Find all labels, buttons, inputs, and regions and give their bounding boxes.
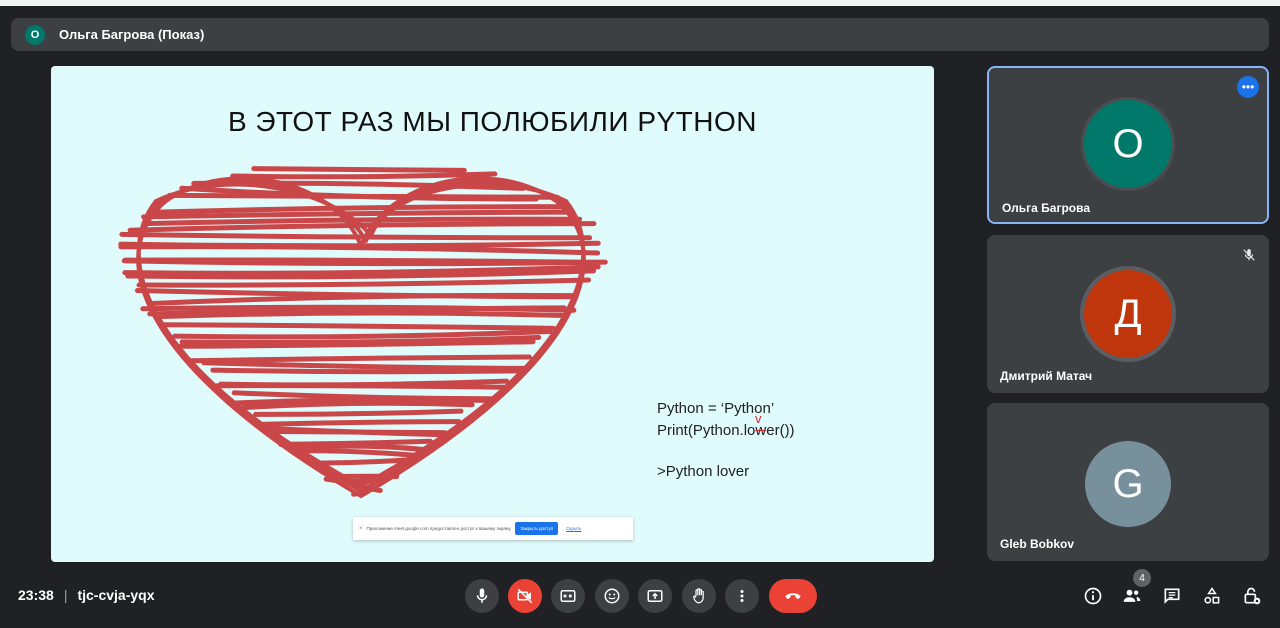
participant-tile-dmitry[interactable]: Д Дмитрий Матач <box>987 235 1269 393</box>
mic-off-icon <box>1239 245 1259 265</box>
avatar: G <box>1085 441 1171 527</box>
heart-stroke <box>136 277 591 288</box>
avatar: Д <box>1084 270 1172 358</box>
scribble-heart-image <box>118 166 608 499</box>
raise-hand-icon <box>693 588 704 604</box>
heart-stroke <box>210 367 522 375</box>
emoji-icon <box>604 588 620 604</box>
captions-icon <box>560 590 576 602</box>
present-icon <box>647 590 663 602</box>
heart-stroke <box>155 310 568 320</box>
camera-button[interactable] <box>508 579 542 613</box>
heart-stroke <box>201 360 528 371</box>
code-line-1: Python = ‘Python’ <box>657 400 775 417</box>
heart-stroke <box>118 244 601 256</box>
mic-button[interactable] <box>465 579 499 613</box>
presenter-avatar: О <box>25 24 45 45</box>
heart-stroke <box>172 329 553 340</box>
more-options-icon[interactable]: ••• <box>1237 76 1259 98</box>
meeting-info: 23:38 | tjc-cvja-yqx <box>18 587 155 603</box>
heart-stroke <box>167 192 560 200</box>
heart-stroke <box>251 166 467 173</box>
share-notice-text: Приложение meet.google.com предоставлен … <box>366 526 512 531</box>
mic-icon <box>476 588 488 603</box>
avatar: О <box>1084 100 1172 188</box>
hangup-icon <box>785 593 801 600</box>
camera-off-icon <box>517 588 533 604</box>
reactions-button[interactable] <box>595 579 629 613</box>
heart-stroke <box>253 408 464 417</box>
clock: 23:38 <box>18 587 54 603</box>
info-icon <box>1084 587 1102 605</box>
people-icon <box>1123 589 1141 602</box>
participant-tile-olga[interactable]: ••• О Ольга Багрова <box>987 66 1269 224</box>
meeting-details-button[interactable] <box>1081 584 1105 608</box>
insert-mark: v <box>755 411 762 426</box>
raise-hand-button[interactable] <box>682 579 716 613</box>
people-button[interactable] <box>1120 584 1144 608</box>
activities-icon <box>1204 587 1220 604</box>
code-snippet: Python = ‘Python’ Print(Python.lower()) … <box>657 398 795 483</box>
more-vert-icon <box>740 590 744 602</box>
code-line-2: Print(Python.lower()) v <box>657 411 795 442</box>
captions-button[interactable] <box>551 579 585 613</box>
heart-stroke <box>239 400 475 411</box>
shared-screen: В ЭТОТ РАЗ МЫ ПОЛЮБИЛИ PYTHON Python = ‘… <box>51 66 934 562</box>
heart-stroke <box>189 354 532 364</box>
control-bar: 23:38 | tjc-cvja-yqx 4 <box>0 569 1280 628</box>
code-output: >Python lover <box>657 463 750 480</box>
stop-sharing-button[interactable]: Закрыть доступ <box>515 522 559 535</box>
chat-button[interactable] <box>1160 584 1184 608</box>
chat-icon <box>1164 588 1180 604</box>
more-options-button[interactable] <box>725 579 759 613</box>
participant-name: Ольга Багрова <box>1002 201 1091 215</box>
meeting-code: tjc-cvja-yqx <box>77 587 155 603</box>
heart-stroke <box>270 429 448 436</box>
heart-stroke <box>214 383 509 390</box>
separator: | <box>63 587 68 603</box>
heart-stroke <box>230 171 498 180</box>
close-icon[interactable]: × <box>359 526 363 532</box>
heart-stroke <box>261 419 462 427</box>
heart-stroke <box>146 292 577 307</box>
heart-stroke <box>303 448 426 459</box>
presenter-label: Ольга Багрова (Показ) <box>59 27 205 42</box>
meet-window: О Ольга Багрова (Показ) В ЭТОТ РАЗ МЫ ПО… <box>0 0 1280 628</box>
heart-stroke <box>160 322 556 331</box>
heart-stroke <box>306 457 415 466</box>
participant-name: Дмитрий Матач <box>1000 369 1093 383</box>
hide-notice-link[interactable]: Скрыть <box>566 526 581 531</box>
activities-button[interactable] <box>1200 584 1224 608</box>
participant-tile-gleb[interactable]: G Gleb Bobkov <box>987 403 1269 561</box>
leave-call-button[interactable] <box>769 579 817 613</box>
heart-stroke <box>122 257 602 265</box>
host-controls-button[interactable] <box>1240 584 1264 608</box>
participant-name: Gleb Bobkov <box>1000 537 1075 551</box>
host-controls-icon <box>1244 587 1261 605</box>
present-button[interactable] <box>638 579 672 613</box>
top-strip <box>0 0 1280 6</box>
screen-share-notice: × Приложение meet.google.com предоставле… <box>353 517 633 540</box>
slide-title: В ЭТОТ РАЗ МЫ ПОЛЮБИЛИ PYTHON <box>227 106 758 137</box>
presenter-bar: О Ольга Багрова (Показ) <box>11 18 1269 51</box>
